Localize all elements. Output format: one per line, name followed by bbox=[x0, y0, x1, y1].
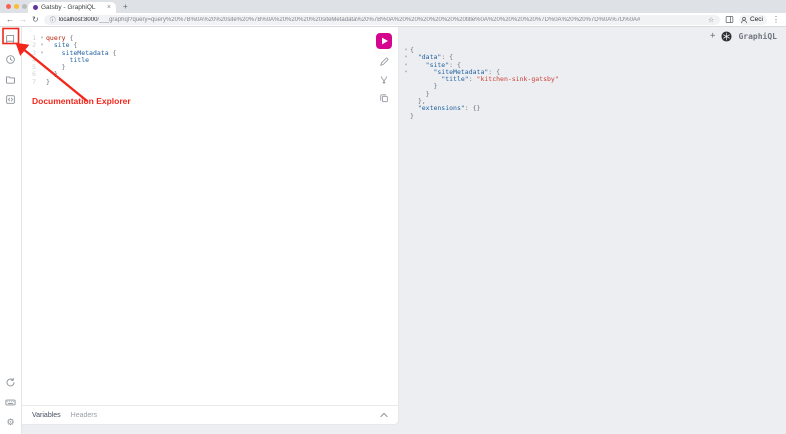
code-text: } bbox=[46, 79, 50, 86]
expand-editor-tools-button[interactable] bbox=[380, 412, 388, 418]
tab-headers[interactable]: Headers bbox=[71, 412, 97, 419]
history-clock-icon bbox=[5, 54, 16, 65]
profile-chip[interactable]: Ceci bbox=[739, 15, 767, 25]
docs-explorer-button[interactable] bbox=[4, 33, 17, 46]
editor-toolbar bbox=[376, 33, 392, 103]
fold-arrow-icon[interactable]: ▾ bbox=[402, 47, 410, 54]
add-tab-button[interactable]: + bbox=[710, 32, 715, 41]
graphiql-workspace: 1▾query {2▾ site {3▾ siteMetadata {4 tit… bbox=[22, 27, 786, 434]
graphiql-logo-label: GraphiQL bbox=[738, 33, 777, 40]
line-number: 7 bbox=[26, 79, 38, 86]
code-text: } bbox=[410, 113, 414, 120]
code-exporter-icon bbox=[5, 94, 16, 105]
close-tab-icon[interactable]: × bbox=[107, 4, 111, 11]
back-button[interactable]: ← bbox=[6, 16, 14, 24]
tab-variables[interactable]: Variables bbox=[32, 412, 61, 419]
response-line: "extensions": {} bbox=[402, 105, 786, 112]
avatar bbox=[740, 16, 748, 24]
merge-icon bbox=[379, 75, 389, 85]
browser-tab-strip: Gatsby - GraphiQL × + bbox=[0, 0, 786, 13]
prettify-query-button[interactable] bbox=[379, 56, 390, 67]
explorer-plugin-button[interactable] bbox=[4, 73, 17, 86]
copy-icon bbox=[379, 93, 389, 103]
query-editor-line[interactable]: 1▾query { bbox=[26, 35, 398, 42]
graphiql-app: ⚙ 1▾query {2▾ site {3▾ siteMetadata {4 t… bbox=[0, 27, 786, 434]
merge-fragments-button[interactable] bbox=[379, 74, 390, 85]
query-editor-line[interactable]: 4 title bbox=[26, 57, 398, 64]
editor-tools-bar: Variables Headers bbox=[22, 405, 398, 424]
graphiql-logo-icon bbox=[721, 31, 732, 42]
chrome-menu-icon[interactable]: ⋮ bbox=[772, 15, 780, 24]
fold-arrow-icon[interactable]: ▾ bbox=[38, 35, 46, 42]
response-line: } bbox=[402, 83, 786, 90]
chrome-actions: Ceci ⋮ bbox=[725, 11, 780, 29]
folder-icon bbox=[5, 74, 16, 85]
refresh-icon bbox=[5, 377, 16, 388]
gear-icon: ⚙ bbox=[6, 418, 14, 427]
response-line: } bbox=[402, 91, 786, 98]
url-host: localhost:8000 bbox=[59, 17, 98, 23]
copy-query-button[interactable] bbox=[379, 92, 390, 103]
url-path: /___graphql?query=query%20%7B%0A%20%20si… bbox=[97, 17, 640, 23]
keyboard-shortcuts-button[interactable] bbox=[4, 396, 17, 409]
chevron-up-icon bbox=[380, 412, 388, 418]
response-line: } bbox=[402, 113, 786, 120]
fold-arrow-icon[interactable]: ▾ bbox=[38, 42, 46, 49]
fold-arrow-icon[interactable]: ▾ bbox=[38, 50, 46, 57]
response-viewer: ▾{▾ "data": {▾ "site": {▾ "siteMetadata"… bbox=[402, 47, 786, 120]
code-text: "extensions": {} bbox=[410, 105, 480, 112]
play-icon bbox=[378, 35, 390, 47]
fold-arrow-icon[interactable]: ▾ bbox=[402, 69, 410, 76]
query-editor-line[interactable]: 5 } bbox=[26, 64, 398, 71]
browser-toolbar: ← → ↻ ⓘ localhost:8000/___graphql?query=… bbox=[0, 13, 786, 27]
graphiql-sidebar: ⚙ bbox=[0, 27, 22, 434]
query-editor-panel: 1▾query {2▾ site {3▾ siteMetadata {4 tit… bbox=[22, 27, 399, 425]
window-zoom-button[interactable] bbox=[22, 4, 27, 9]
profile-name: Ceci bbox=[750, 16, 763, 23]
settings-button[interactable]: ⚙ bbox=[4, 416, 17, 429]
docs-book-icon bbox=[5, 34, 16, 45]
address-bar[interactable]: ⓘ localhost:8000/___graphql?query=query%… bbox=[44, 15, 720, 25]
history-button[interactable] bbox=[4, 53, 17, 66]
window-minimize-button[interactable] bbox=[14, 4, 19, 9]
forward-button[interactable]: → bbox=[19, 16, 27, 24]
refetch-schema-button[interactable] bbox=[4, 376, 17, 389]
session-header: + GraphiQL bbox=[710, 31, 777, 42]
new-tab-button[interactable]: + bbox=[123, 3, 128, 11]
url-text: localhost:8000/___graphql?query=query%20… bbox=[59, 17, 705, 23]
site-info-icon[interactable]: ⓘ bbox=[50, 15, 56, 24]
response-line: ▾{ bbox=[402, 47, 786, 54]
code-exporter-button[interactable] bbox=[4, 93, 17, 106]
fold-arrow-icon[interactable]: ▾ bbox=[402, 54, 410, 61]
response-line: "title": "kitchen-sink-gatsby" bbox=[402, 76, 786, 83]
bookmark-star-icon[interactable]: ☆ bbox=[708, 16, 714, 24]
response-panel: + GraphiQL ▾{▾ "data": {▾ "site": {▾ "si… bbox=[399, 27, 786, 434]
browser-tab[interactable]: Gatsby - GraphiQL × bbox=[28, 2, 116, 13]
prettify-pen-icon bbox=[379, 57, 389, 67]
query-editor-line[interactable]: 7} bbox=[26, 79, 398, 86]
query-editor-line[interactable]: 6 } bbox=[26, 71, 398, 78]
window-controls bbox=[6, 4, 27, 9]
keyboard-icon bbox=[5, 397, 16, 408]
query-editor[interactable]: 1▾query {2▾ site {3▾ siteMetadata {4 tit… bbox=[22, 27, 398, 405]
reload-button[interactable]: ↻ bbox=[32, 16, 39, 24]
side-panel-icon[interactable] bbox=[725, 11, 734, 29]
fold-arrow-icon[interactable]: ▾ bbox=[402, 62, 410, 69]
browser-window: Gatsby - GraphiQL × + ← → ↻ ⓘ localhost:… bbox=[0, 0, 786, 434]
query-code[interactable]: 1▾query {2▾ site {3▾ siteMetadata {4 tit… bbox=[26, 35, 398, 86]
tab-title: Gatsby - GraphiQL bbox=[41, 4, 104, 11]
gatsby-favicon-icon bbox=[33, 5, 38, 10]
window-close-button[interactable] bbox=[6, 4, 11, 9]
execute-query-button[interactable] bbox=[376, 33, 392, 49]
